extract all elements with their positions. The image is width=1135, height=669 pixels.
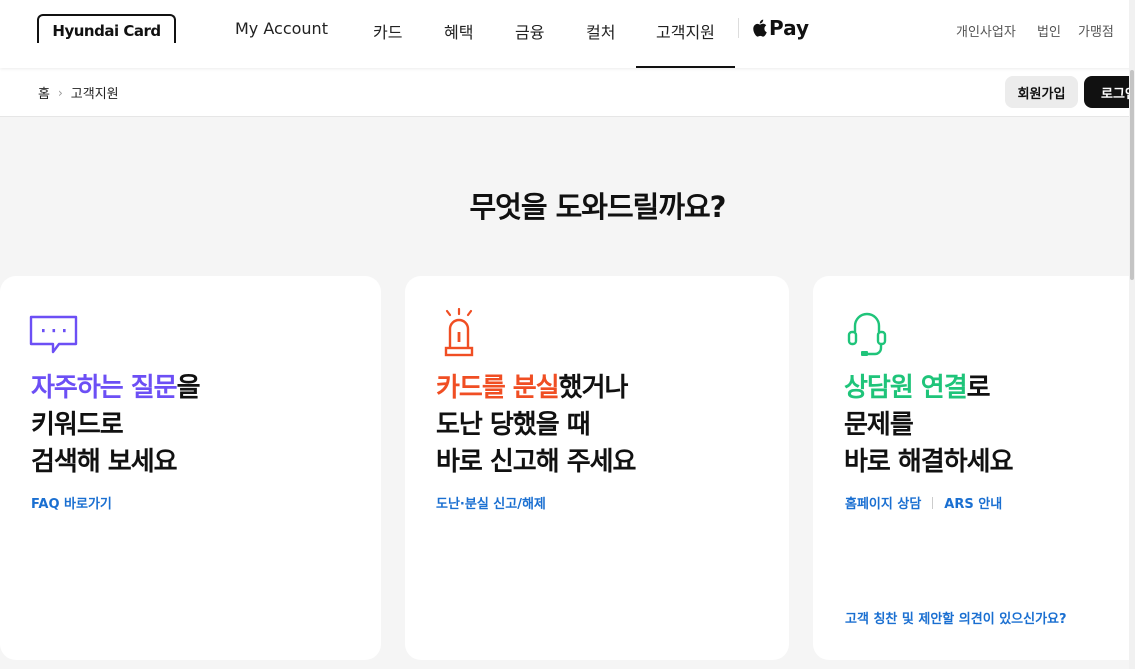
faq-shortcut-link[interactable]: FAQ 바로가기 — [31, 493, 112, 512]
login-button[interactable]: 로그인 — [1084, 76, 1135, 108]
breadcrumb-current: 고객지원 — [70, 87, 119, 102]
feedback-link[interactable]: 고객 칭찬 및 제안할 의견이 있으신가요? — [845, 608, 1067, 627]
faq-headline-highlight: 자주하는 질문 — [31, 373, 178, 403]
scrollbar[interactable] — [1129, 0, 1135, 669]
nav-customer-support[interactable]: 고객지원 — [636, 19, 735, 68]
hyundai-card-logo[interactable]: Hyundai Card — [37, 14, 176, 43]
lost-card-headline: 카드를 분실했거나 도난 당했을 때 바로 신고해 주세요 — [436, 370, 636, 481]
lost-card-headline-line2: 도난 당했을 때 — [436, 410, 591, 440]
counselor-headline: 상담원 연결로 문제를 바로 해결하세요 — [844, 370, 1013, 481]
lost-card-links: 도난·분실 신고/해제 — [436, 493, 546, 512]
faq-headline-rest: 을 — [176, 373, 201, 403]
chevron-right-icon: › — [57, 85, 63, 100]
page-title: 무엇을 도와드릴까요? — [469, 190, 726, 224]
apple-pay-link[interactable]: Pay — [752, 16, 809, 40]
breadcrumb: 홈 › 고객지원 — [38, 83, 119, 103]
sub-bar: 홈 › 고객지원 회원가입 로그인 — [0, 68, 1135, 117]
faq-headline-line2: 키워드로 — [31, 410, 124, 440]
ars-guide-link[interactable]: ARS 안내 — [944, 493, 1002, 512]
apple-pay-label: Pay — [769, 16, 810, 40]
counselor-card[interactable]: 상담원 연결로 문제를 바로 해결하세요 홈페이지 상담 ARS 안내 고객 칭… — [813, 276, 1135, 660]
counselor-headline-highlight: 상담원 연결 — [844, 373, 968, 403]
lost-card-headline-line3: 바로 신고해 주세요 — [436, 447, 636, 477]
scrollbar-thumb[interactable] — [1130, 70, 1134, 280]
faq-card[interactable]: 자주하는 질문을 키워드로 검색해 보세요 FAQ 바로가기 — [0, 276, 381, 660]
nav-card[interactable]: 카드 — [373, 19, 402, 43]
util-link-corporate[interactable]: 법인 — [1037, 21, 1061, 40]
faq-headline-line3: 검색해 보세요 — [31, 447, 178, 477]
faq-links: FAQ 바로가기 — [31, 493, 112, 512]
counselor-links: 홈페이지 상담 ARS 안내 — [845, 493, 1002, 512]
link-divider — [932, 496, 934, 509]
faq-headline: 자주하는 질문을 키워드로 검색해 보세요 — [31, 370, 200, 481]
homepage-consult-link[interactable]: 홈페이지 상담 — [845, 493, 921, 512]
lost-card-headline-highlight: 카드를 분실 — [436, 373, 560, 403]
lost-card-headline-rest: 했거나 — [558, 373, 629, 403]
lost-card-card[interactable]: 카드를 분실했거나 도난 당했을 때 바로 신고해 주세요 도난·분실 신고/해… — [405, 276, 789, 660]
nav-culture[interactable]: 컬처 — [586, 19, 615, 43]
global-header: Hyundai Card My Account 카드 혜택 금융 컬처 고객지원… — [0, 0, 1135, 68]
counselor-headline-line2: 문제를 — [844, 410, 914, 440]
siren-icon — [444, 308, 474, 357]
util-link-merchant[interactable]: 가맹점 — [1078, 21, 1114, 40]
headset-icon — [847, 312, 887, 356]
join-button[interactable]: 회원가입 — [1005, 76, 1078, 108]
lost-card-report-link[interactable]: 도난·분실 신고/해제 — [436, 493, 546, 512]
counselor-headline-line3: 바로 해결하세요 — [844, 447, 1013, 477]
nav-divider — [738, 18, 739, 38]
breadcrumb-home[interactable]: 홈 — [38, 83, 50, 102]
counselor-headline-rest: 로 — [966, 373, 991, 403]
nav-my-account[interactable]: My Account — [235, 19, 328, 38]
nav-finance[interactable]: 금융 — [515, 19, 544, 43]
apple-logo-icon — [753, 19, 767, 37]
nav-benefits[interactable]: 혜택 — [444, 19, 473, 43]
chat-bubble-icon — [29, 315, 78, 354]
util-link-sole-proprietor[interactable]: 개인사업자 — [956, 21, 1016, 40]
